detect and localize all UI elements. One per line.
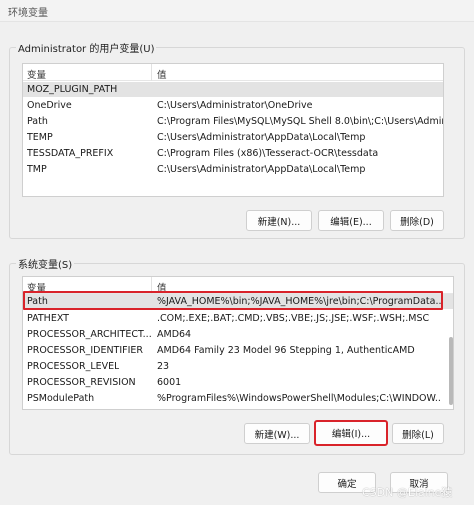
user-new-button[interactable]: 新建(N)... <box>246 210 312 231</box>
var-name: TEMP <box>27 132 53 143</box>
user-vars-col-name[interactable]: 变量 <box>27 67 46 81</box>
var-name: MOZ_PLUGIN_PATH <box>27 84 118 95</box>
var-value: AMD64 Family 23 Model 96 Stepping 1, Aut… <box>157 345 415 356</box>
table-row[interactable]: PROCESSOR_IDENTIFIER AMD64 Family 23 Mod… <box>23 343 453 358</box>
var-value: C:\Users\Administrator\AppData\Local\Tem… <box>157 164 366 175</box>
var-name: PSModulePath <box>27 393 95 404</box>
var-name: OneDrive <box>27 100 72 111</box>
var-name: PATHEXT <box>27 313 69 324</box>
var-name: PROCESSOR_IDENTIFIER <box>27 345 144 356</box>
table-row[interactable]: MOZ_PLUGIN_PATH <box>23 82 443 97</box>
var-value: C:\Users\Administrator\AppData\Local\Tem… <box>157 132 366 143</box>
user-vars-label: Administrator 的用户变量(U) <box>16 40 157 55</box>
system-delete-button[interactable]: 删除(L) <box>392 423 444 444</box>
table-row[interactable]: TEMP C:\Users\Administrator\AppData\Loca… <box>23 130 443 145</box>
user-vars-col-value[interactable]: 值 <box>157 67 167 81</box>
var-value: %ProgramFiles%\WindowsPowerShell\Modules… <box>157 393 441 404</box>
var-name: PROCESSOR_REVISION <box>27 377 136 388</box>
var-value: C:\Users\Administrator\OneDrive <box>157 100 313 111</box>
table-row[interactable]: PROCESSOR_ARCHITECT... AMD64 <box>23 327 453 342</box>
var-name: PROCESSOR_LEVEL <box>27 361 120 372</box>
system-vars-scrollbar[interactable] <box>449 337 453 405</box>
var-name: Path <box>27 116 48 127</box>
var-value: 23 <box>157 361 170 372</box>
var-name: TMP <box>27 164 47 175</box>
user-vars-list[interactable]: 变量 值 MOZ_PLUGIN_PATH OneDrive C:\Users\A… <box>22 63 444 197</box>
system-edit-button[interactable]: 编辑(I)... <box>314 420 388 446</box>
table-row[interactable]: PATHEXT .COM;.EXE;.BAT;.CMD;.VBS;.VBE;.J… <box>23 311 453 326</box>
table-row[interactable]: TESSDATA_PREFIX C:\Program Files (x86)\T… <box>23 146 443 161</box>
var-value: AMD64 <box>157 329 192 340</box>
user-vars-header: 变量 值 <box>23 64 443 81</box>
table-row[interactable]: PROCESSOR_REVISION 6001 <box>23 375 453 390</box>
var-value: C:\Program Files\MySQL\MySQL Shell 8.0\b… <box>157 116 443 127</box>
system-new-button[interactable]: 新建(W)... <box>244 423 310 444</box>
table-row[interactable]: Path C:\Program Files\MySQL\MySQL Shell … <box>23 114 443 129</box>
window-title: 环境变量 <box>8 8 48 19</box>
system-vars-label: 系统变量(S) <box>16 256 75 271</box>
title-bar: 环境变量 <box>0 0 474 22</box>
var-name: PROCESSOR_ARCHITECT... <box>27 329 151 340</box>
table-row[interactable]: PSModulePath %ProgramFiles%\WindowsPower… <box>23 391 453 406</box>
user-edit-button[interactable]: 编辑(E)... <box>318 210 384 231</box>
var-value: C:\Program Files (x86)\Tesseract-OCR\tes… <box>157 148 379 159</box>
path-row-highlight <box>23 291 443 310</box>
user-delete-button[interactable]: 删除(D) <box>390 210 444 231</box>
table-row[interactable]: TMP C:\Users\Administrator\AppData\Local… <box>23 162 443 177</box>
var-value: .COM;.EXE;.BAT;.CMD;.VBS;.VBE;.JS;.JSE;.… <box>157 313 430 324</box>
var-name: TESSDATA_PREFIX <box>27 148 114 159</box>
var-value: 6001 <box>157 377 182 388</box>
table-row[interactable]: OneDrive C:\Users\Administrator\OneDrive <box>23 98 443 113</box>
watermark: CSDN @Elaine猿 <box>362 486 453 499</box>
table-row[interactable]: PROCESSOR_LEVEL 23 <box>23 359 453 374</box>
